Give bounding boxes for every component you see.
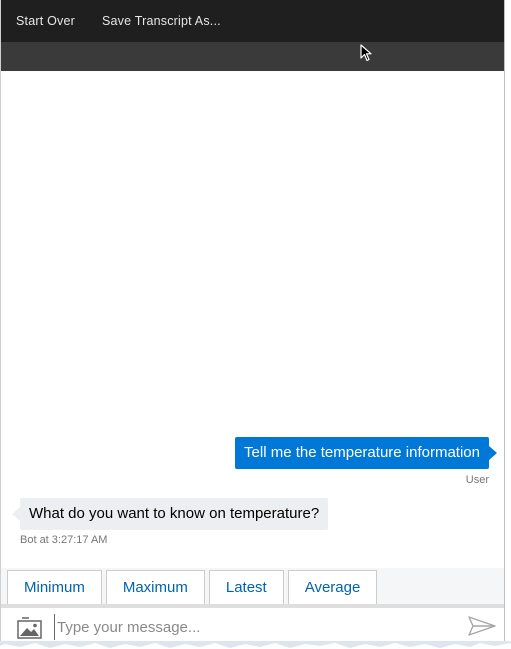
- bot-message-bubble: What do you want to know on temperature?: [11, 498, 329, 530]
- menu-bar: Start Over Save Transcript As...: [1, 0, 504, 42]
- average-action-button[interactable]: Average: [287, 570, 378, 604]
- image-icon[interactable]: [17, 617, 43, 639]
- suggested-actions: Minimum Maximum Latest Average: [1, 568, 504, 604]
- mouse-cursor-icon: [360, 44, 372, 62]
- bot-message-timestamp: Bot at 3:27:17 AM: [20, 534, 108, 546]
- latest-action-button[interactable]: Latest: [208, 570, 284, 604]
- user-message-bubble: Tell me the temperature information: [235, 437, 497, 469]
- minimum-action-button[interactable]: Minimum: [7, 570, 102, 604]
- toolbar: [1, 42, 504, 71]
- torn-edge: [0, 641, 511, 648]
- message-composer: [1, 604, 504, 641]
- save-transcript-menu-item[interactable]: Save Transcript As...: [102, 14, 221, 28]
- message-input[interactable]: [54, 614, 454, 640]
- send-icon[interactable]: [468, 616, 496, 636]
- message-history[interactable]: Tell me the temperature information User…: [1, 71, 504, 568]
- maximum-action-button[interactable]: Maximum: [105, 570, 205, 604]
- start-over-menu-item[interactable]: Start Over: [16, 14, 75, 28]
- chat-window: Start Over Save Transcript As... Tell me…: [0, 0, 505, 641]
- user-message-timestamp: User: [465, 474, 489, 486]
